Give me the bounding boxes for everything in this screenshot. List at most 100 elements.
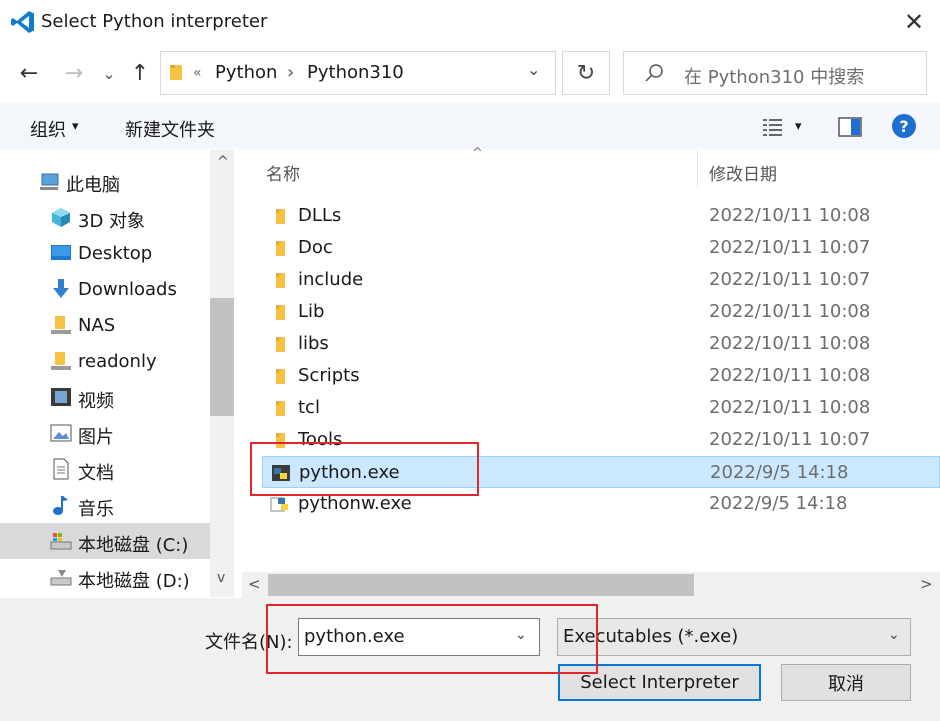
file-row[interactable]: tcl 2022/10/11 10:08 — [262, 392, 940, 424]
filetype-select[interactable]: Executables (*.exe) ⌄ — [557, 618, 911, 656]
close-button[interactable]: ✕ — [896, 6, 932, 38]
view-options-icon[interactable] — [762, 117, 784, 137]
cube-3d-icon — [52, 208, 70, 227]
desktop-icon — [51, 245, 71, 260]
sidebar-item-this-pc[interactable]: 此电脑 — [0, 163, 210, 199]
search-box[interactable]: 在 Python310 中搜索 — [623, 51, 927, 95]
sidebar-item-pictures[interactable]: 图片 — [0, 415, 210, 451]
sidebar-item-readonly[interactable]: readonly — [0, 343, 210, 379]
back-button[interactable]: ← — [15, 58, 43, 88]
navigation-scrollbar[interactable]: ^ v — [210, 150, 234, 597]
sidebar-item-local-disk-c[interactable]: 本地磁盘 (C:) — [0, 523, 210, 559]
organize-caret-icon: ▾ — [72, 119, 79, 134]
search-icon — [645, 64, 663, 82]
file-name: Doc — [298, 237, 333, 258]
file-row[interactable]: DLLs 2022/10/11 10:08 — [262, 200, 940, 232]
sidebar-item-desktop[interactable]: Desktop — [0, 235, 210, 271]
sidebar-item-label: NAS — [78, 315, 116, 336]
sidebar-item-label: Desktop — [78, 243, 153, 264]
file-row[interactable]: include 2022/10/11 10:07 — [262, 264, 940, 296]
file-name: libs — [298, 333, 329, 354]
column-header-name[interactable]: 名称 — [266, 160, 300, 185]
computer-icon — [40, 173, 59, 190]
music-icon — [53, 496, 68, 515]
help-button[interactable]: ? — [892, 114, 916, 138]
view-caret-icon[interactable]: ▾ — [795, 119, 802, 134]
breadcrumb-python310[interactable]: Python310 — [307, 62, 404, 83]
help-icon: ? — [899, 116, 909, 136]
scroll-down-icon[interactable]: v — [217, 570, 225, 586]
sidebar-item-downloads[interactable]: Downloads — [0, 271, 210, 307]
chevron-down-icon: ⌄ — [102, 63, 116, 83]
sort-ascending-icon: ^ — [472, 146, 483, 161]
forward-button[interactable]: → — [60, 58, 88, 88]
up-arrow-icon: ↑ — [130, 60, 150, 86]
chevron-down-icon[interactable]: ⌄ — [527, 60, 540, 79]
sidebar-item-label: 音乐 — [78, 499, 114, 520]
title-bar: Select Python interpreter ✕ — [0, 0, 940, 44]
file-name: tcl — [298, 397, 320, 418]
scroll-left-icon[interactable]: < — [248, 575, 261, 593]
folder-icon — [276, 209, 285, 224]
folder-icon — [276, 369, 285, 384]
file-name: Lib — [298, 301, 325, 322]
breadcrumb-overflow-icon[interactable]: « — [193, 65, 202, 81]
folder-icon — [276, 241, 285, 256]
sidebar-item-label: 本地磁盘 (C:) — [78, 535, 189, 556]
folder-icon — [276, 337, 285, 352]
file-row[interactable]: Lib 2022/10/11 10:08 — [262, 296, 940, 328]
sidebar-item-documents[interactable]: 文档 — [0, 451, 210, 487]
preview-pane-icon[interactable] — [838, 117, 862, 137]
sidebar-item-label: 此电脑 — [66, 175, 120, 196]
file-date: 2022/10/11 10:08 — [709, 205, 871, 226]
file-date: 2022/10/11 10:07 — [709, 237, 871, 258]
scroll-right-icon[interactable]: > — [920, 575, 933, 593]
breadcrumb-python[interactable]: Python — [215, 62, 277, 83]
file-list-scrollbar[interactable]: < > — [242, 572, 940, 598]
search-input[interactable]: 在 Python310 中搜索 — [684, 63, 864, 89]
network-drive-icon — [51, 352, 71, 370]
file-name: DLLs — [298, 205, 342, 226]
sidebar-item-local-disk-d[interactable]: 本地磁盘 (D:) — [0, 559, 210, 595]
file-date: 2022/9/5 14:18 — [710, 462, 849, 483]
scrollbar-thumb[interactable] — [210, 298, 234, 416]
column-divider[interactable] — [697, 150, 698, 188]
scrollbar-thumb[interactable] — [268, 574, 694, 596]
new-folder-button[interactable]: 新建文件夹 — [125, 116, 215, 142]
video-icon — [51, 388, 71, 406]
file-date: 2022/10/11 10:08 — [709, 365, 871, 386]
forward-arrow-icon: → — [64, 60, 84, 86]
file-row[interactable]: Scripts 2022/10/11 10:08 — [262, 360, 940, 392]
file-date: 2022/10/11 10:07 — [709, 429, 871, 450]
sidebar-item-3d-objects[interactable]: 3D 对象 — [0, 199, 210, 235]
organize-button[interactable]: 组织 — [30, 116, 66, 142]
file-date: 2022/9/5 14:18 — [709, 493, 848, 514]
file-row[interactable]: libs 2022/10/11 10:08 — [262, 328, 940, 360]
sidebar-item-nas[interactable]: NAS — [0, 307, 210, 343]
address-bar[interactable]: « Python › Python310 ⌄ — [160, 51, 556, 95]
sidebar-item-videos[interactable]: 视频 — [0, 379, 210, 415]
sidebar-item-label: 文档 — [78, 463, 114, 484]
vscode-icon — [11, 11, 34, 33]
file-row[interactable]: Doc 2022/10/11 10:07 — [262, 232, 940, 264]
highlight-box-file — [250, 442, 479, 496]
sidebar-item-label: Downloads — [78, 279, 177, 300]
cancel-button[interactable]: 取消 — [781, 664, 911, 701]
highlight-box-filename — [266, 604, 598, 674]
column-header-date[interactable]: 修改日期 — [709, 160, 777, 185]
pythonw-exe-icon — [270, 497, 288, 512]
sidebar-item-music[interactable]: 音乐 — [0, 487, 210, 523]
file-name: pythonw.exe — [298, 493, 412, 514]
refresh-icon: ↻ — [576, 60, 596, 86]
network-drive-icon — [51, 316, 71, 334]
up-button[interactable]: ↑ — [126, 58, 154, 88]
sidebar-item-label: 本地磁盘 (D:) — [78, 571, 190, 592]
refresh-button[interactable]: ↻ — [562, 51, 610, 95]
folder-icon — [276, 401, 285, 416]
scroll-up-icon[interactable]: ^ — [217, 154, 229, 170]
sidebar-item-label: 图片 — [78, 427, 114, 448]
folder-icon — [276, 305, 285, 320]
window-title: Select Python interpreter — [41, 11, 268, 32]
picture-icon — [50, 424, 72, 442]
recent-locations-button[interactable]: ⌄ — [96, 58, 122, 88]
